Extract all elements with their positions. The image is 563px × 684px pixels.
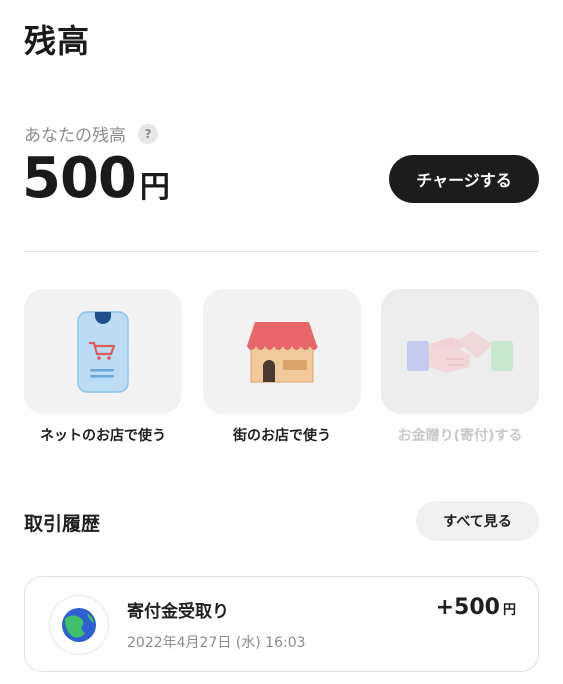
- transaction-avatar: [49, 595, 109, 655]
- action-online-shop[interactable]: ネットのお店で使う: [24, 289, 182, 445]
- balance-unit: 円: [139, 170, 170, 205]
- globe-logo-icon: [62, 608, 96, 642]
- charge-button[interactable]: チャージする: [389, 155, 539, 203]
- action-tile: [381, 289, 539, 414]
- action-tile[interactable]: [24, 289, 182, 414]
- action-label: お金贈り(寄付)する: [397, 428, 523, 444]
- action-label: 街のお店で使う: [233, 428, 331, 444]
- smartphone-cart-icon: [77, 310, 129, 393]
- balance-amount: 500: [22, 146, 137, 211]
- handshake-icon: [407, 330, 513, 373]
- transaction-unit: 円: [502, 603, 516, 618]
- page-title: 残高: [24, 22, 91, 60]
- divider: [24, 251, 539, 252]
- history-title: 取引履歴: [24, 513, 101, 535]
- action-tile[interactable]: [203, 289, 361, 414]
- transaction-item[interactable]: 寄付金受取り 2022年4月27日 (水) 16:03 +500 円: [24, 576, 539, 672]
- transaction-amount: +500: [435, 595, 500, 620]
- action-street-shop[interactable]: 街のお店で使う: [203, 289, 361, 445]
- action-donate: お金贈り(寄付)する: [381, 289, 539, 445]
- transaction-date: 2022年4月27日 (水) 16:03: [127, 635, 306, 651]
- transaction-amount-row: +500 円: [436, 595, 516, 620]
- transaction-title: 寄付金受取り: [127, 602, 229, 622]
- balance-display: 500 円: [22, 146, 170, 211]
- see-all-button[interactable]: すべて見る: [416, 501, 539, 541]
- balance-label-row: あなたの残高 ?: [24, 121, 158, 146]
- storefront-icon: [247, 321, 318, 382]
- balance-label: あなたの残高: [24, 126, 126, 146]
- action-label: ネットのお店で使う: [40, 428, 166, 444]
- help-icon[interactable]: ?: [138, 123, 158, 144]
